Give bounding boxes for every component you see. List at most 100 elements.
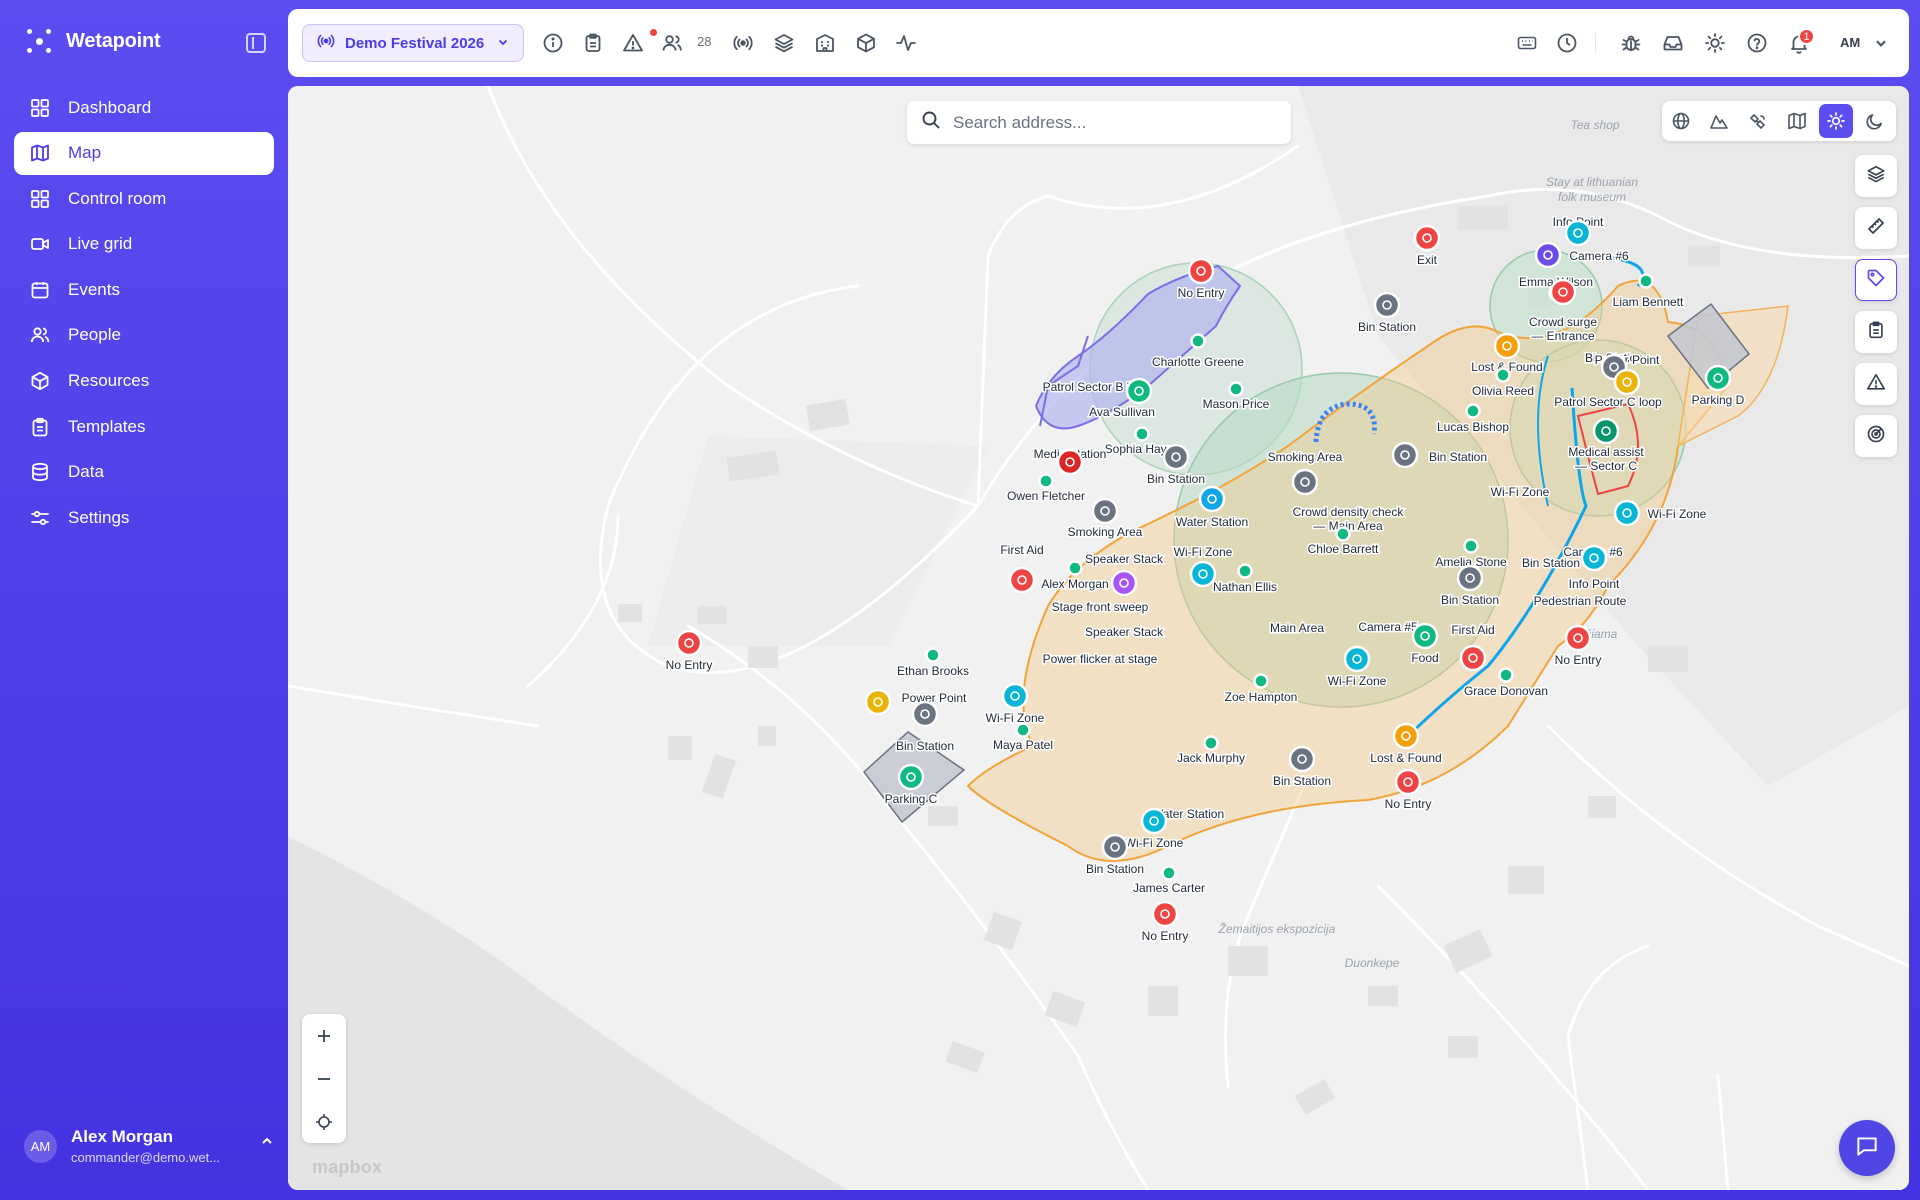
sidebar-item-people[interactable]: People — [14, 314, 274, 357]
wifi-marker[interactable] — [1613, 499, 1641, 527]
first-aid-marker[interactable] — [1459, 644, 1487, 672]
wifi-marker[interactable] — [1343, 645, 1371, 673]
person-marker[interactable] — [1638, 273, 1654, 289]
inbox-icon[interactable] — [1661, 31, 1685, 55]
parking-marker[interactable] — [897, 763, 925, 791]
lost-found-marker[interactable] — [1493, 332, 1521, 360]
no-entry-marker[interactable] — [1151, 900, 1179, 928]
event-selector[interactable]: Demo Festival 2026 — [302, 24, 524, 62]
address-search[interactable] — [907, 101, 1291, 144]
sidebar-item-dashboard[interactable]: Dashboard — [14, 86, 274, 129]
alert-icon[interactable] — [621, 31, 645, 55]
person-marker[interactable] — [925, 647, 941, 663]
incident-marker[interactable] — [1549, 278, 1577, 306]
food-marker[interactable] — [1411, 622, 1439, 650]
sidebar-item-templates[interactable]: Templates — [14, 405, 274, 448]
tag-tool[interactable] — [1855, 259, 1897, 301]
activity-icon[interactable] — [894, 31, 918, 55]
medical-marker[interactable] — [1592, 417, 1620, 445]
building-icon[interactable] — [813, 31, 837, 55]
smoking-marker[interactable] — [1091, 497, 1119, 525]
person-marker[interactable] — [1335, 526, 1351, 542]
sidebar-item-settings[interactable]: Settings — [14, 496, 274, 539]
radar-tool[interactable] — [1855, 415, 1897, 457]
help-icon[interactable] — [1745, 31, 1769, 55]
bin-marker[interactable] — [911, 700, 939, 728]
clock-icon[interactable] — [1555, 31, 1579, 55]
map-layer[interactable]: No Entry No Entry No Entry No Entry No Entry… — [288, 86, 1909, 1190]
no-entry-marker[interactable] — [1394, 768, 1422, 796]
zoom-in-button[interactable] — [302, 1014, 346, 1057]
map-icon[interactable] — [1780, 104, 1814, 138]
sun-icon[interactable] — [1703, 31, 1727, 55]
map-canvas[interactable]: No Entry No Entry No Entry No Entry No Entry… — [288, 86, 1909, 1190]
bin-marker[interactable] — [1373, 291, 1401, 319]
package-icon[interactable] — [854, 31, 878, 55]
bin-marker[interactable] — [1391, 441, 1419, 469]
locate-button[interactable] — [302, 1100, 346, 1143]
person-marker[interactable] — [1465, 403, 1481, 419]
collapse-sidebar-icon[interactable] — [246, 33, 266, 53]
moon-icon[interactable] — [1858, 104, 1892, 138]
bin-marker[interactable] — [1456, 564, 1484, 592]
wifi-marker[interactable] — [1189, 560, 1217, 588]
no-entry-marker[interactable] — [1187, 257, 1215, 285]
water-marker[interactable] — [1198, 485, 1226, 513]
person-marker[interactable] — [1495, 367, 1511, 383]
layers-icon[interactable] — [772, 31, 796, 55]
satellite-icon[interactable] — [1741, 104, 1775, 138]
sidebar-item-resources[interactable]: Resources — [14, 360, 274, 403]
sidebar-item-data[interactable]: Data — [14, 451, 274, 494]
power-marker[interactable] — [864, 688, 892, 716]
person-marker[interactable] — [1253, 673, 1269, 689]
person-marker[interactable] — [1134, 426, 1150, 442]
person-marker[interactable] — [1161, 865, 1177, 881]
sidebar-item-map[interactable]: Map — [14, 131, 274, 175]
no-entry-marker[interactable] — [675, 629, 703, 657]
medic-marker[interactable] — [1056, 448, 1084, 476]
person-marker[interactable] — [1228, 381, 1244, 397]
info-icon[interactable] — [541, 31, 565, 55]
sidebar-item-events[interactable]: Events — [14, 268, 274, 311]
bug-icon[interactable] — [1619, 31, 1643, 55]
globe-icon[interactable] — [1664, 104, 1698, 138]
bin-marker[interactable] — [1288, 745, 1316, 773]
zoom-out-button[interactable] — [302, 1057, 346, 1100]
chevron-down-icon[interactable] — [1869, 31, 1893, 55]
smoking-marker[interactable] — [1291, 468, 1319, 496]
parking-marker[interactable] — [1704, 364, 1732, 392]
no-entry-marker[interactable] — [1564, 624, 1592, 652]
person-marker[interactable] — [1237, 563, 1253, 579]
measure-tool[interactable] — [1855, 207, 1897, 249]
lost-found-marker[interactable] — [1392, 722, 1420, 750]
sidebar-item-live-grid[interactable]: Live grid — [14, 223, 274, 266]
layers-tool[interactable] — [1855, 155, 1897, 197]
people-icon[interactable] — [660, 31, 684, 55]
user-menu[interactable]: AM Alex Morgan commander@demo.wet... — [24, 1124, 274, 1168]
person-marker[interactable] — [1463, 538, 1479, 554]
search-input[interactable] — [953, 112, 1253, 133]
wifi-marker[interactable] — [1001, 682, 1029, 710]
tasks-tool[interactable] — [1855, 311, 1897, 353]
chat-button[interactable] — [1839, 1120, 1895, 1176]
info-marker[interactable] — [1580, 544, 1608, 572]
person-marker[interactable] — [1067, 560, 1083, 576]
brand[interactable]: Wetapoint — [26, 28, 161, 54]
bin-marker[interactable] — [1162, 443, 1190, 471]
speaker-marker[interactable] — [1110, 569, 1138, 597]
bin-marker[interactable] — [1101, 833, 1129, 861]
person-marker[interactable] — [1498, 667, 1514, 683]
sun-icon[interactable] — [1819, 104, 1853, 138]
patrol-marker[interactable] — [1125, 377, 1153, 405]
person-marker[interactable] — [1015, 722, 1031, 738]
person-marker[interactable] — [1038, 473, 1054, 489]
person-marker[interactable] — [1190, 333, 1206, 349]
terrain-icon[interactable] — [1702, 104, 1736, 138]
camera-marker[interactable] — [1534, 241, 1562, 269]
first-aid-marker[interactable] — [1008, 566, 1036, 594]
info-marker[interactable] — [1564, 219, 1592, 247]
person-marker[interactable] — [1203, 735, 1219, 751]
clipboard-icon[interactable] — [581, 31, 605, 55]
mapbox-logo[interactable]: mapbox — [312, 1157, 382, 1178]
wifi-marker[interactable] — [1140, 807, 1168, 835]
